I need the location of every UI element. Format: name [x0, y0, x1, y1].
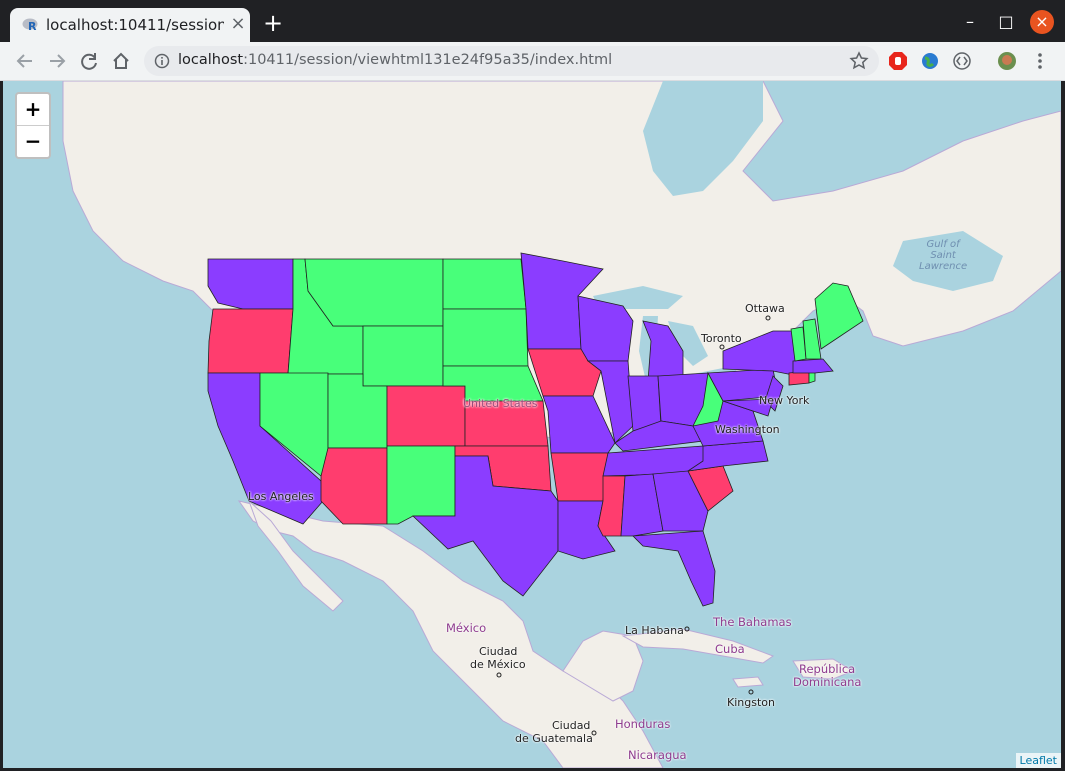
zoom-in-button[interactable]: +	[17, 94, 49, 126]
code-extension-icon[interactable]	[952, 51, 972, 71]
label-rep-dom-2: Dominicana	[793, 675, 862, 689]
state-montana	[304, 258, 444, 327]
bookmark-star-icon[interactable]	[849, 51, 869, 71]
state-arizona	[320, 447, 388, 525]
tab-strip: R localhost:10411/session/v × + – □ ×	[0, 0, 1065, 42]
label-rep-dom-1: República	[799, 662, 856, 676]
globe-extension-icon[interactable]	[920, 51, 940, 71]
zoom-control: + −	[15, 92, 51, 159]
r-logo-icon: R	[22, 18, 38, 33]
label-new-york: New York	[759, 394, 810, 407]
map-base	[62, 81, 1061, 768]
svg-text:R: R	[28, 20, 37, 33]
menu-kebab-icon[interactable]	[1030, 51, 1050, 71]
new-tab-button[interactable]: +	[262, 11, 284, 35]
zoom-out-button[interactable]: −	[17, 126, 49, 157]
browser-tab[interactable]: R localhost:10411/session/v ×	[10, 8, 250, 42]
forward-arrow-icon[interactable]	[46, 50, 68, 72]
label-ciudad-mexico-1: Ciudad	[479, 645, 518, 658]
info-icon[interactable]	[154, 53, 170, 69]
tab-close-icon[interactable]: ×	[228, 14, 248, 34]
city-marker-kingston	[748, 689, 754, 695]
land-jamaica	[732, 676, 764, 688]
label-ciudad-mexico-2: de México	[470, 658, 526, 671]
maximize-icon[interactable]: □	[994, 10, 1018, 34]
state-massachusetts	[792, 358, 834, 374]
tab-title: localhost:10411/session/v	[46, 16, 224, 34]
label-bahamas: The Bahamas	[713, 615, 792, 629]
state-wyoming	[362, 325, 444, 387]
window-close-icon[interactable]: ×	[1030, 10, 1054, 34]
state-south-dakota	[442, 308, 529, 367]
leaflet-attribution-link[interactable]: Leaflet	[1015, 753, 1061, 768]
label-ottawa: Ottawa	[745, 302, 785, 315]
label-kingston: Kingston	[727, 696, 775, 709]
label-gulf-st-lawrence: Gulf of Saint Lawrence	[919, 239, 968, 272]
state-north-dakota	[442, 258, 527, 310]
state-oregon	[207, 308, 294, 374]
label-cuba: Cuba	[715, 642, 745, 656]
label-united-states: United States	[463, 397, 538, 410]
browser-window: R localhost:10411/session/v × + – □ × lo…	[0, 0, 1065, 771]
leaflet-map[interactable]: Ottawa Toronto New York Washington Unite…	[3, 81, 1061, 768]
state-florida	[632, 530, 716, 607]
label-mexico: México	[446, 621, 487, 635]
url-text: localhost:10411/session/viewhtml131e24f9…	[178, 52, 613, 68]
state-washington	[207, 258, 294, 310]
label-toronto: Toronto	[701, 332, 742, 345]
label-la-habana: La Habana	[625, 624, 684, 637]
state-colorado	[386, 385, 466, 447]
address-bar[interactable]: localhost:10411/session/viewhtml131e24f9…	[144, 46, 879, 76]
label-guatemala-1: Ciudad	[552, 719, 591, 732]
minimize-icon[interactable]: –	[958, 10, 982, 34]
state-arkansas	[550, 452, 609, 502]
adblock-icon[interactable]	[888, 51, 908, 71]
label-honduras: Honduras	[615, 717, 671, 731]
label-guatemala-2: de Guatemala	[515, 732, 593, 745]
reload-icon[interactable]	[78, 50, 100, 72]
back-arrow-icon[interactable]	[14, 50, 36, 72]
label-nicaragua: Nicaragua	[628, 748, 687, 762]
browser-toolbar: localhost:10411/session/viewhtml131e24f9…	[0, 42, 1065, 81]
label-los-angeles: Los Angeles	[248, 490, 314, 503]
label-washington: Washington	[715, 423, 780, 436]
home-icon[interactable]	[110, 50, 132, 72]
state-new-mexico	[386, 445, 456, 525]
profile-avatar[interactable]	[997, 51, 1017, 71]
